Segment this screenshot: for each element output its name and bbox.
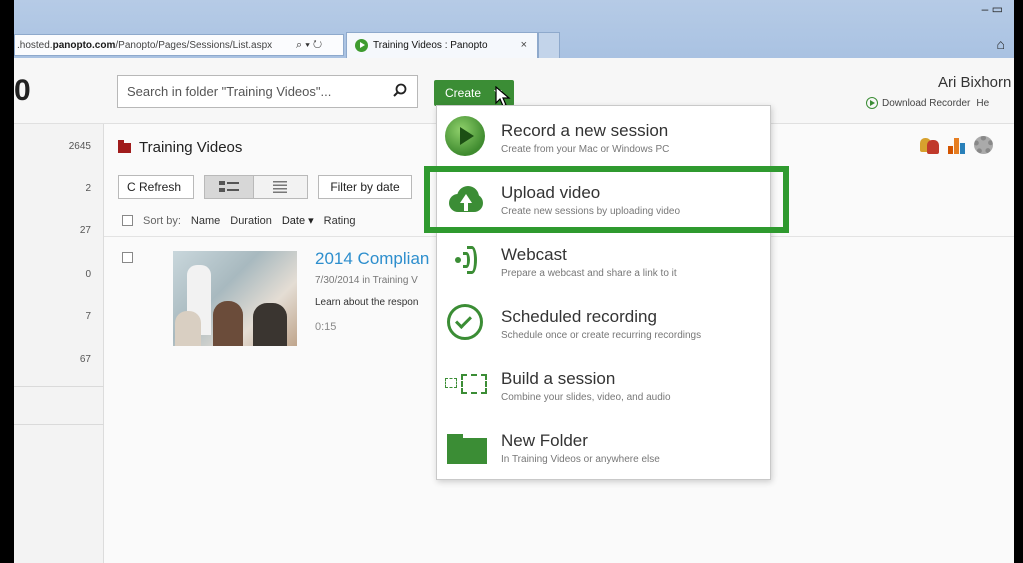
url-prefix: .hosted. <box>17 39 53 51</box>
menu-item-subtitle: Combine your slides, video, and audio <box>501 392 671 403</box>
left-frame-edge <box>0 0 14 563</box>
download-recorder-link[interactable]: Download Recorder He <box>866 97 989 109</box>
new-tab-button[interactable] <box>538 32 560 58</box>
help-link[interactable]: He <box>976 98 989 109</box>
folder-icon <box>118 139 131 153</box>
webcast-icon <box>445 240 485 280</box>
session-checkbox[interactable] <box>122 252 133 263</box>
create-label: Create <box>445 86 482 100</box>
filter-by-date-button[interactable]: Filter by date <box>318 175 412 199</box>
folder-sidebar: 2645 2 27 0 7 67 <box>14 124 104 563</box>
menu-item-subtitle: Create from your Mac or Windows PC <box>501 144 670 155</box>
panopto-favicon-icon <box>355 39 368 52</box>
session-description: Learn about the respon <box>315 297 419 308</box>
menu-item-title: Webcast <box>501 245 567 264</box>
menu-item-webcast[interactable]: Webcast Prepare a webcast and share a li… <box>437 230 772 292</box>
gear-icon[interactable] <box>974 136 993 154</box>
build-session-icon <box>445 364 487 404</box>
menu-item-title: Record a new session <box>501 121 669 140</box>
right-frame-edge <box>1014 0 1023 563</box>
stats-icon[interactable] <box>947 136 966 154</box>
select-all-checkbox[interactable] <box>122 215 133 226</box>
window-controls[interactable]: – ▭ <box>982 2 1003 16</box>
folder-tools <box>920 136 993 154</box>
menu-item-build-session[interactable]: Build a session Combine your slides, vid… <box>437 354 772 416</box>
panopto-logo[interactable]: 0 <box>14 74 31 108</box>
session-date: 7/30/2014 in Training V <box>315 275 418 286</box>
session-duration: 0:15 <box>315 321 337 333</box>
search-icon[interactable] <box>393 83 407 97</box>
sort-date-link[interactable]: Date ▾ <box>282 214 314 227</box>
url-domain: panopto.com <box>52 39 116 51</box>
detail-view-button[interactable] <box>204 175 254 199</box>
menu-item-subtitle: In Training Videos or anywhere else <box>501 454 660 465</box>
sort-duration-link[interactable]: Duration <box>230 215 272 227</box>
sidebar-count: 27 <box>79 225 91 236</box>
address-bar-icons[interactable]: ⌕ ▾ ↻ <box>296 34 344 56</box>
record-icon <box>445 116 485 156</box>
users-icon[interactable] <box>920 136 939 154</box>
menu-item-subtitle: Schedule once or create recurring record… <box>501 330 702 341</box>
menu-item-subtitle: Prepare a webcast and share a link to it <box>501 268 677 279</box>
sidebar-divider <box>14 386 104 387</box>
session-thumbnail[interactable] <box>173 251 297 346</box>
create-dropdown-menu: Record a new session Create from your Ma… <box>436 105 771 480</box>
sidebar-count: 7 <box>85 311 91 322</box>
refresh-button[interactable]: C Refresh <box>118 175 194 199</box>
menu-item-title: Scheduled recording <box>501 307 657 326</box>
browser-tab-training-videos[interactable]: Training Videos : Panopto × <box>346 32 538 58</box>
sidebar-count: 0 <box>85 269 91 280</box>
folder-title-text: Training Videos <box>139 139 243 156</box>
folder-title: Training Videos <box>118 139 242 156</box>
sort-name-link[interactable]: Name <box>191 215 220 227</box>
folder-icon <box>445 426 487 466</box>
sort-bar: Sort by: Name Duration Date ▾ Rating <box>122 214 365 227</box>
menu-item-title: New Folder <box>501 431 588 450</box>
tab-close-icon[interactable]: × <box>521 39 527 51</box>
view-toggle <box>204 175 308 199</box>
tab-title: Training Videos : Panopto <box>373 40 488 51</box>
address-bar[interactable]: .hosted. panopto.com/Panopto/Pages/Sessio… <box>14 34 344 56</box>
menu-item-title: Build a session <box>501 369 616 388</box>
sidebar-count: 67 <box>79 354 91 365</box>
sidebar-count: 2 <box>85 183 91 194</box>
download-recorder-icon <box>866 97 878 109</box>
menu-item-record-session[interactable]: Record a new session Create from your Ma… <box>437 106 772 168</box>
search-placeholder: Search in folder "Training Videos"... <box>127 84 332 99</box>
sort-rating-link[interactable]: Rating <box>324 215 356 227</box>
list-view-icon <box>273 181 287 193</box>
session-title-link[interactable]: 2014 Complian <box>315 249 429 269</box>
home-icon[interactable]: ⌂ <box>997 36 1005 52</box>
user-name[interactable]: Ari Bixhorn <box>938 74 1011 91</box>
sort-by-label: Sort by: <box>143 214 181 227</box>
detail-view-icon <box>219 181 239 192</box>
folder-search-input[interactable]: Search in folder "Training Videos"... <box>117 75 418 108</box>
sidebar-divider <box>14 424 104 425</box>
list-view-button[interactable] <box>254 175 308 199</box>
menu-item-new-folder[interactable]: New Folder In Training Videos or anywher… <box>437 416 772 478</box>
sidebar-count: 2645 <box>68 141 91 152</box>
download-recorder-label: Download Recorder <box>882 97 971 109</box>
menu-item-scheduled-recording[interactable]: Scheduled recording Schedule once or cre… <box>437 292 772 354</box>
upload-video-highlight <box>424 166 789 233</box>
url-path: /Panopto/Pages/Sessions/List.aspx <box>115 39 273 51</box>
clock-check-icon <box>447 304 483 340</box>
